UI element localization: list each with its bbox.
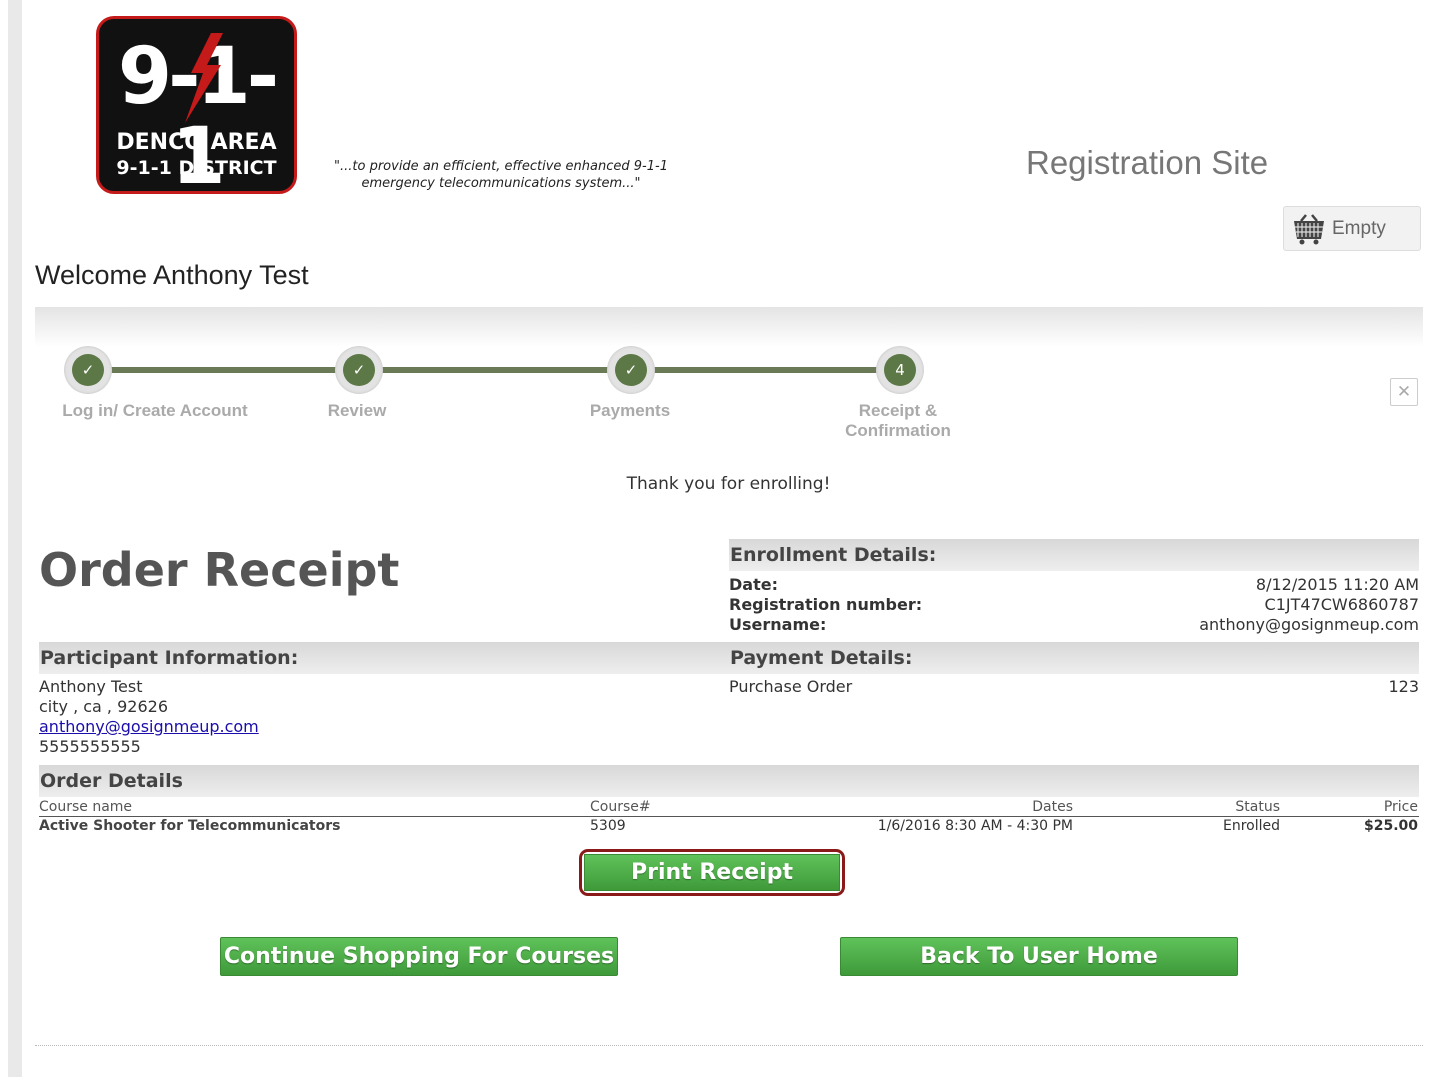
step-3-indicator: ✓ [607,346,655,394]
step-label-login: Log in/ Create Account [62,401,248,420]
tagline: "...to provide an efficient, effective e… [316,158,686,192]
course-dates-cell: 1/6/2016 8:30 AM - 4:30 PM [877,818,1073,834]
step-label-payments: Payments [589,401,671,420]
thank-you-message: Thank you for enrolling! [626,474,831,494]
step-label-receipt: Receipt & Confirmation [798,401,998,441]
date-value: 8/12/2015 11:20 AM [1255,575,1419,594]
step-label-receipt-line1: Receipt & [858,401,938,420]
registration-number-value: C1JT47CW6860787 [1264,595,1419,614]
course-status-cell: Enrolled [1222,818,1280,834]
column-header-dates: Dates [1032,799,1073,815]
lightning-bolt-icon [185,33,223,123]
left-rail [8,0,22,1077]
cart-button[interactable]: Empty [1283,206,1421,251]
wizard-progress-line [88,367,900,373]
column-header-status: Status [1235,799,1280,815]
registration-number-label: Registration number: [729,595,923,614]
payment-details-header: Payment Details: [730,647,913,669]
step-2-indicator: ✓ [335,346,383,394]
check-icon: ✓ [343,354,375,386]
course-name-cell: Active Shooter for Telecommunicators [39,818,341,834]
step-4-indicator: 4 [876,346,924,394]
username-label: Username: [729,615,827,634]
course-number-cell: 5309 [590,818,626,834]
course-price-cell: $25.00 [1363,818,1418,834]
back-to-user-home-button[interactable]: Back To User Home [840,937,1238,976]
print-receipt-button[interactable]: Print Receipt [584,854,840,891]
participant-info-header: Participant Information: [40,647,299,669]
close-icon[interactable]: ✕ [1390,378,1418,406]
step-label-receipt-line2: Confirmation [845,421,951,440]
payment-method: Purchase Order [729,677,853,696]
participant-address: city , ca , 92626 [39,697,168,716]
logo-line2: 9-1-1 DISTRICT [116,157,277,179]
tagline-line2: emergency telecommunications system..." [361,176,641,191]
column-header-price: Price [1383,799,1418,815]
print-receipt-highlight: Print Receipt [579,849,845,896]
welcome-message: Welcome Anthony Test [35,260,309,290]
cart-status-label: Empty [1332,217,1386,239]
site-title: Registration Site [1026,144,1269,181]
table-header-rule [39,816,1419,817]
step-number: 4 [884,354,916,386]
logo-line1: DENCO AREA [116,130,277,155]
check-icon: ✓ [615,354,647,386]
shopping-basket-icon [1294,213,1324,244]
payment-value: 123 [1388,677,1419,696]
denco-911-logo: 9-1-1 DENCO AREA 9-1-1 DISTRICT [96,16,297,194]
step-label-review: Review [327,401,387,420]
wizard-band [35,307,1423,347]
participant-email: anthony@gosignmeup.com [39,717,259,736]
date-label: Date: [729,575,778,594]
order-details-header: Order Details [39,765,1419,797]
footer-divider [35,1045,1423,1046]
order-receipt-title: Order Receipt [39,543,400,597]
username-value: anthony@gosignmeup.com [1199,615,1419,634]
tagline-line1: "...to provide an efficient, effective e… [334,159,668,174]
continue-shopping-button[interactable]: Continue Shopping For Courses [220,937,618,976]
column-header-course-number: Course# [590,799,651,815]
column-header-course-name: Course name [39,799,133,815]
enrollment-details-header: Enrollment Details: [729,539,1419,571]
participant-email-link[interactable]: anthony@gosignmeup.com [39,717,259,736]
step-1-indicator: ✓ [64,346,112,394]
participant-phone: 5555555555 [39,737,141,756]
check-icon: ✓ [72,354,104,386]
participant-name: Anthony Test [39,677,143,696]
